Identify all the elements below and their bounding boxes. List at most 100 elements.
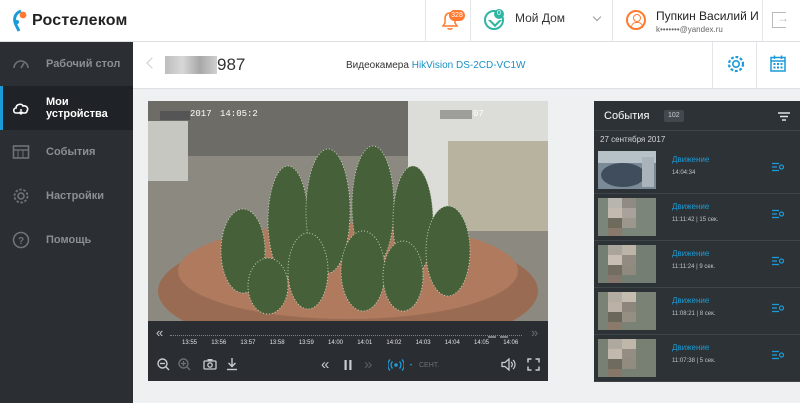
header-divider (425, 0, 426, 42)
event-row[interactable]: Движение 11:11:24 | 9 сек. (594, 241, 800, 288)
sidebar-item-label: События (46, 146, 96, 158)
timeline-time-label: 14:00 (328, 340, 344, 346)
timeline-time-label: 14:03 (415, 340, 431, 346)
sidebar-item-events[interactable]: События (0, 130, 133, 174)
event-row[interactable]: Движение 11:11:42 | 15 сек. (594, 194, 800, 241)
cloud-icon (12, 99, 30, 117)
event-type[interactable]: Движение (672, 202, 709, 211)
timeline-time-label: 13:57 (240, 340, 256, 346)
event-thumbnail-blurred[interactable] (598, 339, 656, 377)
question-icon: ? (12, 231, 30, 249)
sidebar-item-dashboard[interactable]: Рабочий стол (0, 42, 133, 86)
snapshot-camera-icon[interactable] (203, 358, 217, 370)
events-panel: События 102 27 сентября 2017 Движение 14… (594, 101, 800, 382)
event-details-icon[interactable] (772, 350, 784, 360)
event-details-icon[interactable] (772, 209, 784, 219)
fast-forward-icon[interactable]: » (364, 356, 372, 373)
event-time: 11:08:21 | 8 сек. (672, 311, 716, 317)
toolbar-divider (756, 42, 757, 89)
sidebar-item-label: Мои устройства (46, 96, 108, 120)
video-date-overlay: 2017 (190, 109, 212, 119)
event-type[interactable]: Движение (672, 155, 709, 164)
camera-settings-gear-icon[interactable] (726, 54, 746, 74)
svg-text:?: ? (18, 236, 24, 247)
zoom-in-icon[interactable] (178, 358, 191, 371)
video-cam-id-overlay: 07 (473, 109, 484, 119)
back-arrow-icon[interactable] (146, 57, 158, 69)
timeline-time-label: 14:01 (357, 340, 373, 346)
live-broadcast-icon[interactable] (388, 359, 404, 371)
event-row[interactable]: Движение 11:08:21 | 8 сек. (594, 288, 800, 335)
pause-icon[interactable] (344, 360, 352, 370)
timeline-time-label: 14:04 (444, 340, 460, 346)
speed-dot: • (410, 363, 413, 369)
logout-icon[interactable] (772, 11, 789, 28)
device-title-bar: 987 Видеокамера HikVision DS-2CD-VC1W (133, 42, 800, 89)
camera-title-prefix: Видеокамера (346, 60, 409, 71)
user-email: k•••••••@yandex.ru (656, 25, 723, 34)
event-thumbnail-blurred[interactable] (598, 292, 656, 330)
sidebar-item-label: Рабочий стол (46, 58, 121, 70)
gear-icon (12, 187, 30, 205)
timeline-time-label: 14:06 (503, 340, 519, 346)
fullscreen-icon[interactable] (527, 358, 540, 371)
sidebar-item-my-devices[interactable]: Мои устройства (0, 86, 133, 130)
sidebar-item-label: Помощь (46, 234, 92, 246)
event-type[interactable]: Движение (672, 249, 709, 258)
user-name[interactable]: Пупкин Василий И (656, 9, 768, 23)
rostelecom-logo[interactable]: Ростелеком (12, 9, 128, 33)
camera-model-link[interactable]: HikVision DS-2CD-VC1W (412, 60, 526, 71)
download-icon[interactable] (226, 357, 238, 371)
brand-name: Ростелеком (32, 12, 128, 29)
event-row[interactable]: Движение 14:04:34 (594, 147, 800, 194)
filter-icon[interactable] (778, 112, 790, 121)
home-selector-label[interactable]: Мой Дом (515, 11, 565, 25)
video-player[interactable]: 2017 14:05:2 07 (148, 101, 548, 321)
events-title: События (604, 110, 650, 122)
chevron-down-icon[interactable] (592, 12, 602, 22)
timeline-time-label: 13:56 (211, 340, 227, 346)
event-thumbnail-blurred[interactable] (598, 245, 656, 283)
event-details-icon[interactable] (772, 256, 784, 266)
event-thumbnail-blurred[interactable] (598, 198, 656, 236)
video-time-overlay: 14:05:2 (220, 109, 258, 119)
header-divider (762, 0, 763, 42)
sidebar-item-help[interactable]: ? Помощь (0, 218, 133, 262)
event-type[interactable]: Движение (672, 296, 709, 305)
header-divider (470, 0, 471, 42)
speed-label[interactable]: СЕНТ. (419, 362, 439, 369)
user-avatar-icon[interactable] (626, 10, 646, 30)
calendar-icon[interactable] (770, 55, 786, 72)
event-time: 11:07:38 | 5 сек. (672, 358, 716, 364)
event-thumbnail[interactable] (598, 151, 656, 189)
toolbar-divider (712, 42, 713, 89)
gauge-icon (12, 55, 30, 73)
event-time: 14:04:34 (672, 170, 696, 176)
sidebar-item-label: Настройки (46, 190, 105, 202)
event-time: 11:11:42 | 15 сек. (672, 217, 719, 223)
calendar-grid-icon (12, 143, 30, 161)
event-type[interactable]: Движение (672, 343, 709, 352)
events-header: События 102 (594, 101, 800, 131)
home-badge: 0 (494, 9, 504, 19)
event-row[interactable]: Движение 11:07:38 | 5 сек. (594, 335, 800, 382)
notification-count-badge: 328 (449, 10, 465, 21)
sidebar-item-settings[interactable]: Настройки (0, 174, 133, 218)
timeline-track[interactable] (170, 335, 522, 336)
camera-feed-image (148, 101, 548, 321)
timeline-time-label: 14:05 (474, 340, 490, 346)
events-count-badge: 102 (664, 110, 684, 122)
sidebar: Рабочий стол Мои устройства События Наст… (0, 42, 133, 403)
event-time: 11:11:24 | 9 сек. (672, 264, 715, 270)
timeline-next-icon[interactable]: » (531, 325, 538, 340)
event-details-icon[interactable] (772, 303, 784, 313)
rostelecom-logo-icon (12, 9, 28, 33)
timeline-prev-icon[interactable]: « (156, 325, 163, 340)
event-details-icon[interactable] (772, 162, 784, 172)
rewind-icon[interactable]: « (321, 356, 329, 373)
zoom-out-icon[interactable] (157, 358, 170, 371)
volume-icon[interactable] (501, 358, 516, 371)
redacted-overlay (440, 110, 472, 119)
timeline-markers (488, 327, 520, 338)
playback-controls: « » 13:55 13:56 13:57 13:58 13:59 14:00 14:01 1… (148, 321, 548, 381)
